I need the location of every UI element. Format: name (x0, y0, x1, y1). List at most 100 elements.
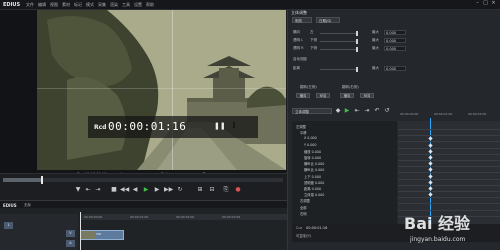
keyframe-row-line (398, 129, 500, 130)
menu-settings[interactable]: 设置 (134, 2, 142, 8)
step-forward-icon[interactable]: ▶ (153, 186, 161, 194)
keyframe-ruler-tick: 00:00:02:00 (468, 112, 487, 116)
watermark-url: jingyan.baidu.com (410, 236, 466, 243)
menu-bar: EDIUS 文件 编辑 视图 素材 标记 模式 采集 渲染 工具 设置 帮助 –… (0, 0, 500, 10)
record-icon[interactable]: ● (234, 186, 242, 194)
reset-icon[interactable]: ↺ (383, 107, 391, 114)
loop-icon[interactable]: ↻ (176, 186, 184, 194)
flip-vertical-right-button[interactable]: 纵向 (360, 93, 374, 98)
menu-clip[interactable]: 素材 (62, 2, 70, 8)
max-label: 最大 (372, 46, 379, 50)
keyframe-row-line (398, 160, 500, 161)
auto-focus-label: 自动测距 (293, 57, 307, 61)
timeline-tick: 00:00:02:00 (176, 215, 195, 219)
parameter-tree-item[interactable]: 全部 (300, 205, 307, 210)
close-icon[interactable]: × (491, 1, 496, 6)
scrub-bar[interactable] (3, 178, 283, 182)
slider-thumb[interactable] (356, 31, 358, 36)
next-keyframe-icon[interactable]: ⇥ (363, 107, 371, 114)
slider-thumb[interactable] (356, 67, 358, 72)
rewind-icon[interactable]: ◀◀ (120, 186, 129, 194)
parameter-tree-item[interactable]: 右侧 (300, 211, 307, 216)
set-in-icon[interactable]: ▼ (74, 186, 82, 194)
effect-tree-select[interactable]: 立体调整 (292, 108, 332, 114)
menu-marker[interactable]: 标记 (74, 2, 82, 8)
parameter-tree-item[interactable]: 上下 0.000 (304, 174, 321, 179)
value-field[interactable]: 0.000 (384, 30, 406, 35)
window-controls: – □ × (475, 1, 496, 6)
parameter-tree-item[interactable]: 旋转 0.000 (304, 155, 321, 160)
keyframe-row-line (398, 135, 500, 137)
parameter-tree-item[interactable]: 距离 0.000 (304, 186, 321, 191)
parameter-tree-item[interactable]: 左调整 (296, 124, 306, 129)
export-icon[interactable]: ⎘ (222, 186, 230, 194)
flip-horizontal-left-button[interactable]: 横向 (296, 93, 310, 98)
keyframe-row-line (398, 147, 500, 149)
value-field[interactable]: 0.000 (384, 66, 406, 71)
distance-label: 距离 (293, 66, 300, 70)
minimize-icon[interactable]: – (475, 1, 480, 6)
parameter-tree-item[interactable]: 横纵比 0.000 (304, 161, 324, 166)
menu-file[interactable]: 文件 (26, 2, 34, 8)
keyframe-ruler-tick: 00:00:01:00 (434, 112, 453, 116)
preset-select[interactable]: 明亮 (292, 17, 312, 23)
slider-track[interactable] (320, 69, 358, 70)
parameter-tree-item[interactable]: 横纵比 0.000 (304, 167, 324, 172)
timeline-logo: EDIUS (3, 202, 17, 208)
cur-label: Cur (296, 226, 303, 230)
undo-icon[interactable]: ↶ (373, 107, 381, 114)
menu-edit[interactable]: 编辑 (38, 2, 46, 8)
value-field[interactable]: 0.000 (384, 38, 406, 43)
menu-render[interactable]: 渲染 (110, 2, 118, 8)
row-sub-label: 左 (310, 30, 314, 34)
add-keyframe-icon[interactable]: ◆ (334, 107, 342, 114)
keyframe-row-line (398, 184, 500, 186)
parameter-tree-item[interactable]: 缩放 0.000 (304, 149, 321, 154)
scrub-handle[interactable] (41, 176, 43, 184)
menu-capture[interactable]: 采集 (98, 2, 106, 8)
step-back-icon[interactable]: ◀ (131, 186, 139, 194)
menu-help[interactable]: 帮助 (146, 2, 154, 8)
copy-label: 可复制(Y) (296, 234, 312, 238)
timeline-playhead[interactable] (80, 212, 81, 250)
slider-thumb[interactable] (356, 39, 358, 44)
parameter-tree-item[interactable]: 平移 (300, 130, 307, 135)
slider-track[interactable] (320, 49, 358, 50)
slider-track[interactable] (320, 41, 358, 42)
menu-view[interactable]: 视图 (50, 2, 58, 8)
parameter-tree-item[interactable]: 立体感 0.000 (304, 192, 324, 197)
menu-tools[interactable]: 工具 (122, 2, 130, 8)
stop-icon[interactable]: ■ (110, 186, 118, 194)
player-viewer[interactable] (37, 10, 286, 170)
parameter-tree-item[interactable]: 右调整 (300, 198, 310, 203)
watermark: Bai 经验 jingyan.baidu.com (400, 200, 500, 250)
mode-select[interactable]: 日期(D) (316, 17, 340, 23)
flip-vertical-left-button[interactable]: 纵向 (316, 93, 330, 98)
fast-forward-icon[interactable]: ▶▶ (164, 186, 173, 194)
parameter-tree-item[interactable]: 透明度 0.000 (304, 180, 324, 185)
track-video-toggle[interactable]: V (66, 230, 75, 237)
mark-icon[interactable]: ⇥ (94, 186, 102, 194)
maximize-icon[interactable]: □ (483, 1, 488, 6)
overwrite-icon[interactable]: ⊟ (208, 186, 216, 194)
parameter-tree-item[interactable]: X 0.000 (304, 136, 317, 140)
insert-icon[interactable]: ⊞ (196, 186, 204, 194)
max-label: 最大 (372, 38, 379, 42)
value-field[interactable]: 0.000 (384, 46, 406, 51)
sequence-name[interactable]: 无标 (24, 203, 31, 208)
app-logo: EDIUS (3, 1, 21, 8)
prev-keyframe-icon[interactable]: ⇤ (353, 107, 361, 114)
track-number[interactable]: 1 (4, 222, 13, 229)
set-out-icon[interactable]: ⇤ (84, 186, 92, 194)
menu-mode[interactable]: 模式 (86, 2, 94, 8)
track-audio-toggle[interactable]: A (66, 240, 75, 247)
play-preview-icon[interactable]: ▶ (343, 107, 351, 114)
slider-thumb[interactable] (356, 47, 358, 52)
clip-thumbnail (81, 231, 95, 239)
clip-label: VID (96, 232, 102, 236)
flip-horizontal-right-button[interactable]: 横向 (340, 93, 354, 98)
keyframe-row-line (398, 141, 500, 143)
play-icon[interactable]: ▶ (142, 186, 150, 194)
parameter-tree-item[interactable]: Y 0.000 (304, 143, 317, 147)
slider-track[interactable] (320, 33, 358, 34)
